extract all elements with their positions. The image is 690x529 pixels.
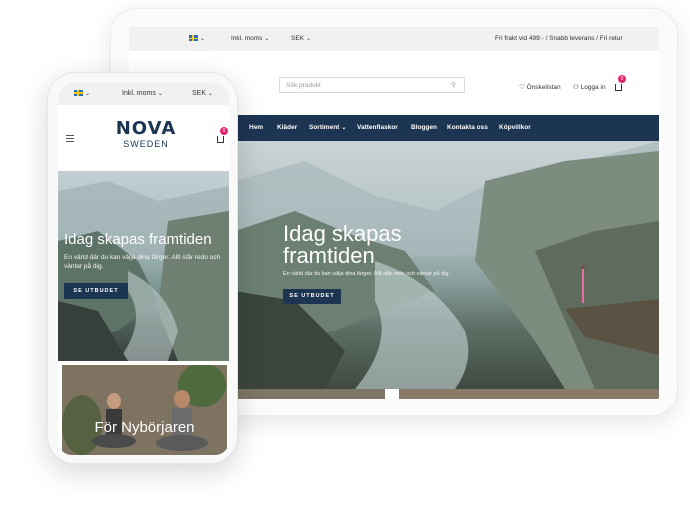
wishlist-label: Önskelistan bbox=[526, 84, 561, 91]
phone-hero-banner: Idag skapas framtiden En värld där du ka… bbox=[58, 171, 229, 361]
menu-icon[interactable] bbox=[66, 135, 74, 144]
cart-icon bbox=[217, 136, 224, 143]
tax-label: Inkl. moms bbox=[122, 90, 156, 97]
hero-subtitle: En värld där du kan välja dina färger. A… bbox=[64, 254, 221, 270]
chevron-down-icon: ⌄ bbox=[157, 91, 163, 97]
tax-label: Inkl. moms bbox=[231, 35, 263, 42]
tablet-topbar: ⌄ Inkl. moms ⌄ SEK ⌄ Fri frakt vid 499:- /… bbox=[129, 27, 659, 51]
chevron-down-icon: ⌄ bbox=[85, 91, 91, 97]
country-selector[interactable]: ⌄ bbox=[189, 35, 205, 42]
search-icon[interactable]: ⚲ bbox=[451, 81, 456, 89]
category-cards bbox=[235, 389, 659, 399]
phone-device: ⌄ Inkl. moms ⌄ SEK ⌄ NOVA SWEDEN 0 Idag … bbox=[47, 72, 238, 464]
phone-screen: ⌄ Inkl. moms ⌄ SEK ⌄ NOVA SWEDEN 0 Idag … bbox=[58, 83, 229, 455]
chevron-down-icon: ⌄ bbox=[306, 36, 312, 42]
cart-count-badge: 0 bbox=[220, 127, 228, 135]
chevron-down-icon: ⌄ bbox=[200, 36, 206, 42]
card-title: För Nybörjaren bbox=[94, 419, 195, 436]
sweden-flag-icon bbox=[189, 35, 198, 42]
nav-item-bloggen[interactable]: Bloggen bbox=[411, 124, 437, 131]
hero-subtitle: En värld där du kan välja dina färger. A… bbox=[283, 271, 450, 277]
see-offer-button[interactable]: SE UTBUDET bbox=[283, 289, 341, 304]
wishlist-link[interactable]: ♡ Önskelistan bbox=[519, 83, 561, 91]
search-placeholder: Sök produkt bbox=[286, 82, 321, 89]
sweden-flag-icon bbox=[74, 90, 83, 97]
cart-button[interactable]: 0 bbox=[216, 127, 228, 143]
shipping-note: Fri frakt vid 499:- / Snabb leverans / F… bbox=[495, 35, 623, 42]
chevron-down-icon: ⌄ bbox=[264, 36, 270, 42]
country-selector[interactable]: ⌄ bbox=[74, 90, 90, 97]
nav-item-kontakta-oss[interactable]: Kontakta oss bbox=[447, 124, 488, 131]
phone-topbar: ⌄ Inkl. moms ⌄ SEK ⌄ bbox=[58, 83, 229, 105]
cart-count-badge: 0 bbox=[618, 75, 626, 83]
nav-item-vattenflaskor[interactable]: Vattenflaskor bbox=[357, 124, 398, 131]
currency-selector[interactable]: SEK ⌄ bbox=[192, 90, 213, 97]
nav-item-klader[interactable]: Kläder bbox=[277, 124, 297, 131]
hero-title: Idag skapas framtiden bbox=[283, 221, 402, 268]
heart-icon: ♡ bbox=[519, 84, 525, 91]
hero-banner: Idag skapas framtiden En värld där du ka… bbox=[235, 141, 659, 389]
nav-item-sortiment[interactable]: Sortiment ⌄ bbox=[309, 124, 346, 131]
search-input[interactable]: Sök produkt ⚲ bbox=[279, 77, 465, 93]
user-icon: ⚇ bbox=[573, 84, 579, 91]
tax-selector[interactable]: Inkl. moms ⌄ bbox=[122, 90, 163, 97]
cart-button[interactable]: 0 bbox=[614, 75, 626, 91]
see-offer-button[interactable]: SE UTBUDET bbox=[64, 283, 128, 299]
chevron-down-icon: ⌄ bbox=[341, 125, 347, 131]
yoga-people-image bbox=[62, 365, 227, 455]
currency-label: SEK bbox=[291, 35, 305, 42]
currency-label: SEK bbox=[192, 90, 207, 97]
login-link[interactable]: ⚇ Logga in bbox=[573, 83, 606, 91]
logo-sub-text: SWEDEN bbox=[123, 139, 169, 149]
cart-icon bbox=[615, 84, 622, 91]
main-navigation: Hem Kläder Sortiment ⌄ Vattenflaskor Blog… bbox=[235, 115, 659, 141]
nav-item-sortiment-label: Sortiment bbox=[309, 124, 340, 131]
category-card[interactable] bbox=[235, 389, 385, 399]
nav-item-kopvillkor[interactable]: Köpvillkor bbox=[499, 124, 531, 131]
login-label: Logga in bbox=[580, 84, 606, 91]
phone-header: NOVA SWEDEN 0 bbox=[58, 105, 229, 171]
category-card[interactable] bbox=[399, 389, 659, 399]
logo-main-text: NOVA bbox=[115, 118, 177, 139]
currency-selector[interactable]: SEK ⌄ bbox=[291, 35, 311, 42]
nav-item-hem[interactable]: Hem bbox=[249, 124, 263, 131]
hero-title: Idag skapas framtiden bbox=[64, 231, 212, 248]
tax-selector[interactable]: Inkl. moms ⌄ bbox=[231, 35, 269, 42]
beginner-category-card[interactable]: För Nybörjaren bbox=[62, 365, 227, 455]
chevron-down-icon: ⌄ bbox=[208, 91, 214, 97]
nova-logo[interactable]: NOVA SWEDEN bbox=[108, 119, 184, 155]
